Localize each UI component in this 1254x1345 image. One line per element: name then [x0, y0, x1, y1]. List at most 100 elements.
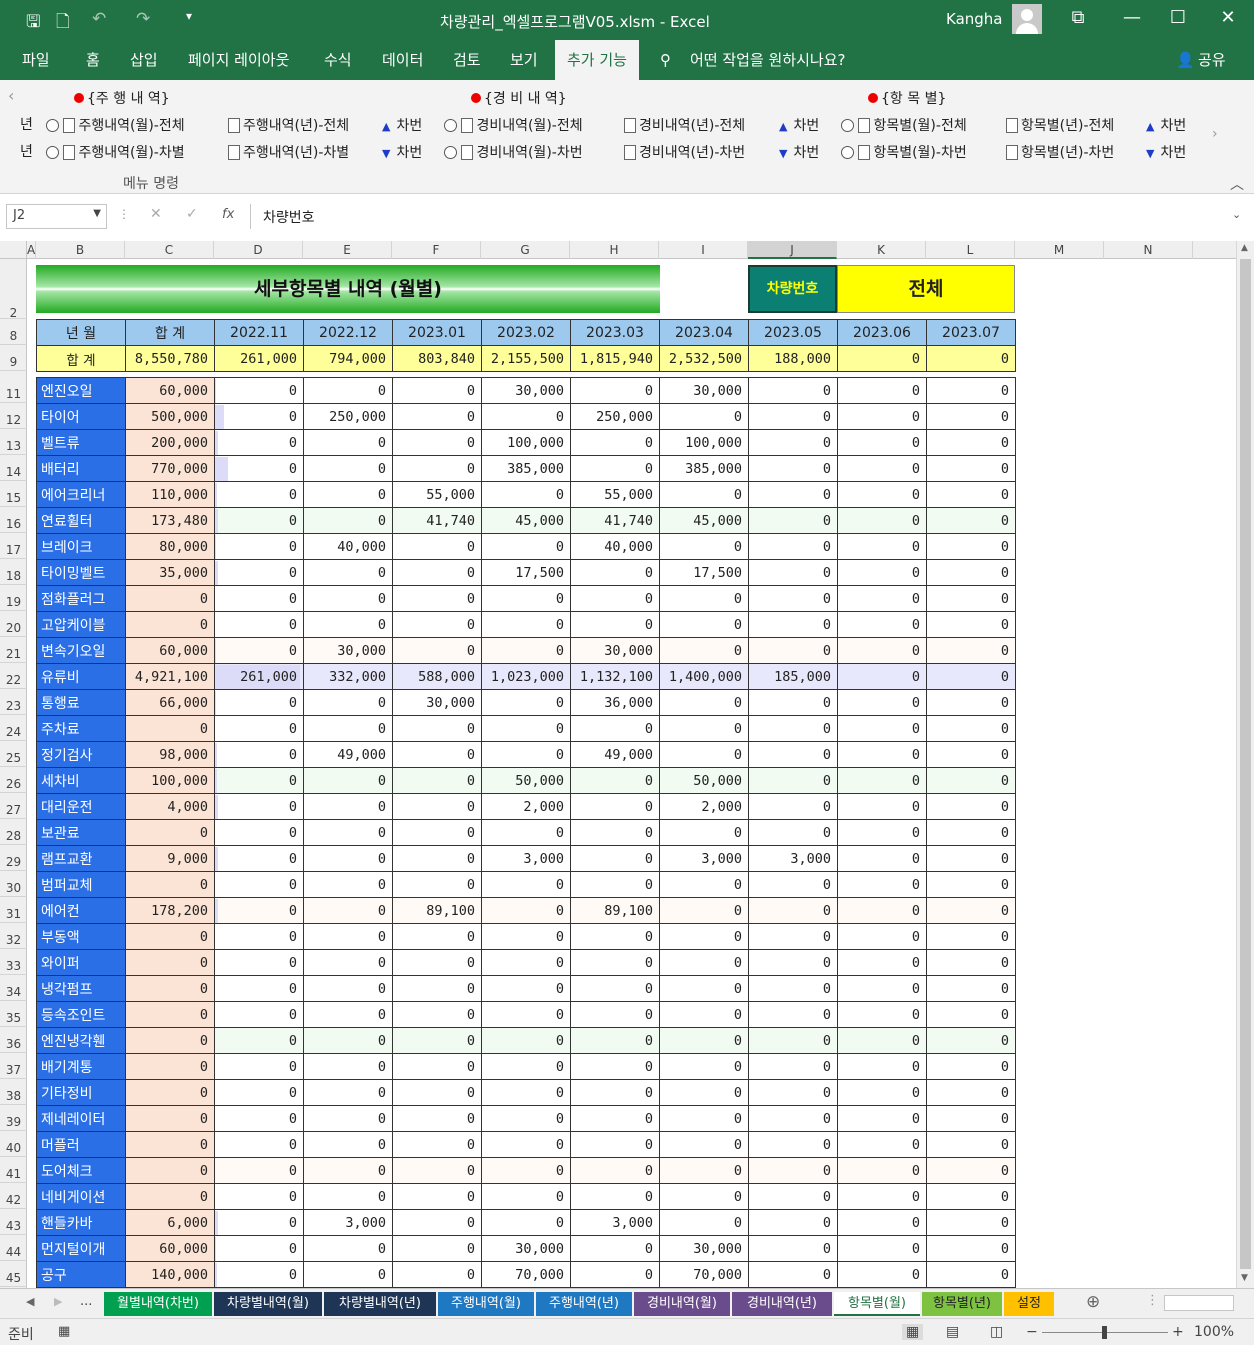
- month-value-cell[interactable]: 50,000: [659, 767, 749, 794]
- item-total-cell[interactable]: 9,000: [125, 845, 215, 872]
- vertical-scrollbar[interactable]: ▲ ▼: [1236, 241, 1254, 1288]
- month-value-cell[interactable]: 250,000: [303, 403, 393, 430]
- month-value-cell[interactable]: 0: [748, 1105, 838, 1132]
- month-value-cell[interactable]: 0: [926, 611, 1016, 638]
- month-value-cell[interactable]: 0: [926, 1001, 1016, 1028]
- month-value-cell[interactable]: 0: [481, 949, 571, 976]
- item-name-cell[interactable]: 벨트류: [36, 429, 126, 456]
- month-value-cell[interactable]: 0: [392, 1105, 482, 1132]
- row-header[interactable]: 23: [0, 689, 27, 715]
- month-value-cell[interactable]: 0: [659, 819, 749, 846]
- sum-cell[interactable]: 8,550,780: [125, 345, 215, 372]
- month-value-cell[interactable]: 0: [659, 585, 749, 612]
- col-header-n[interactable]: N: [1104, 241, 1193, 259]
- sheet-tab-9[interactable]: 설정: [1004, 1292, 1054, 1316]
- radio-icon[interactable]: [46, 146, 59, 159]
- month-value-cell[interactable]: 0: [303, 1157, 393, 1184]
- sheet-tab-1[interactable]: 차량별내역(월): [214, 1292, 322, 1316]
- minimize-button[interactable]: —: [1117, 7, 1147, 28]
- row-header[interactable]: 26: [0, 767, 27, 793]
- row-header[interactable]: 25: [0, 741, 27, 767]
- month-value-cell[interactable]: 0: [214, 637, 304, 664]
- month-value-cell[interactable]: 0: [303, 819, 393, 846]
- month-value-cell[interactable]: 0: [748, 1027, 838, 1054]
- zoom-out-button[interactable]: −: [1026, 1324, 1038, 1340]
- month-value-cell[interactable]: 0: [659, 1001, 749, 1028]
- month-value-cell[interactable]: 0: [837, 533, 927, 560]
- item-total-cell[interactable]: 80,000: [125, 533, 215, 560]
- month-value-cell[interactable]: 0: [481, 1079, 571, 1106]
- month-value-cell[interactable]: 0: [837, 1183, 927, 1210]
- month-value-cell[interactable]: 0: [392, 871, 482, 898]
- item-total-cell[interactable]: 6,000: [125, 1209, 215, 1236]
- month-value-cell[interactable]: 0: [214, 1157, 304, 1184]
- month-value-cell[interactable]: 0: [481, 1105, 571, 1132]
- month-value-cell[interactable]: 0: [214, 455, 304, 482]
- row-header[interactable]: 29: [0, 845, 27, 871]
- collapse-ribbon-icon[interactable]: ︿: [1230, 174, 1244, 194]
- month-value-cell[interactable]: 0: [926, 1209, 1016, 1236]
- month-value-cell[interactable]: 1,400,000: [659, 663, 749, 690]
- month-value-cell[interactable]: 0: [659, 1105, 749, 1132]
- month-value-cell[interactable]: 0: [659, 1131, 749, 1158]
- month-value-cell[interactable]: 0: [392, 1053, 482, 1080]
- month-value-cell[interactable]: 0: [748, 741, 838, 768]
- month-value-cell[interactable]: 0: [926, 1105, 1016, 1132]
- month-value-cell[interactable]: 0: [303, 455, 393, 482]
- month-value-cell[interactable]: 0: [303, 871, 393, 898]
- month-value-cell[interactable]: 0: [748, 611, 838, 638]
- month-value-cell[interactable]: 0: [214, 1209, 304, 1236]
- col-header-f[interactable]: F: [392, 241, 481, 259]
- month-value-cell[interactable]: 0: [837, 1027, 927, 1054]
- month-value-cell[interactable]: 0: [214, 429, 304, 456]
- month-value-cell[interactable]: 0: [570, 1053, 660, 1080]
- month-value-cell[interactable]: 0: [748, 559, 838, 586]
- item-name-cell[interactable]: 공구: [36, 1261, 126, 1288]
- month-value-cell[interactable]: 0: [303, 897, 393, 924]
- zoom-level[interactable]: 100%: [1194, 1324, 1234, 1340]
- prev-sheet-icon[interactable]: ◀: [26, 1295, 34, 1308]
- month-value-cell[interactable]: 0: [392, 949, 482, 976]
- month-value-cell[interactable]: 0: [214, 1105, 304, 1132]
- item-total-cell[interactable]: 98,000: [125, 741, 215, 768]
- month-value-cell[interactable]: 0: [748, 429, 838, 456]
- item-name-cell[interactable]: 램프교환: [36, 845, 126, 872]
- month-value-cell[interactable]: 70,000: [481, 1261, 571, 1288]
- row-header[interactable]: 44: [0, 1235, 27, 1261]
- month-value-cell[interactable]: 0: [214, 1261, 304, 1288]
- row-header[interactable]: 24: [0, 715, 27, 741]
- sum-cell[interactable]: 1,815,940: [570, 345, 660, 372]
- month-value-cell[interactable]: 0: [392, 793, 482, 820]
- item-total-cell[interactable]: 173,480: [125, 507, 215, 534]
- month-value-cell[interactable]: 89,100: [392, 897, 482, 924]
- item-name-cell[interactable]: 보관료: [36, 819, 126, 846]
- tell-me-search[interactable]: 어떤 작업을 원하시나요?: [690, 40, 846, 80]
- month-value-cell[interactable]: 0: [481, 689, 571, 716]
- col-header-c[interactable]: C: [125, 241, 214, 259]
- month-value-cell[interactable]: 0: [481, 1001, 571, 1028]
- item-total-cell[interactable]: 35,000: [125, 559, 215, 586]
- month-value-cell[interactable]: 0: [214, 845, 304, 872]
- tab-file[interactable]: 파일: [22, 40, 50, 80]
- month-value-cell[interactable]: 0: [214, 533, 304, 560]
- month-value-cell[interactable]: 0: [837, 975, 927, 1002]
- month-value-cell[interactable]: 0: [214, 403, 304, 430]
- month-value-cell[interactable]: 0: [837, 377, 927, 404]
- month-value-cell[interactable]: 30,000: [659, 1235, 749, 1262]
- cancel-icon[interactable]: ✕: [150, 206, 162, 222]
- month-value-cell[interactable]: 0: [214, 1235, 304, 1262]
- month-value-cell[interactable]: 45,000: [481, 507, 571, 534]
- month-value-cell[interactable]: 45,000: [659, 507, 749, 534]
- month-value-cell[interactable]: 0: [926, 585, 1016, 612]
- tab-review[interactable]: 검토: [453, 40, 481, 80]
- month-value-cell[interactable]: 0: [481, 403, 571, 430]
- month-value-cell[interactable]: 3,000: [303, 1209, 393, 1236]
- scroll-up-icon[interactable]: ▲: [1241, 243, 1248, 253]
- month-value-cell[interactable]: 0: [748, 897, 838, 924]
- month-header-cell[interactable]: 합 계: [125, 319, 215, 346]
- month-value-cell[interactable]: 0: [748, 1157, 838, 1184]
- item-total-cell[interactable]: 200,000: [125, 429, 215, 456]
- item-name-cell[interactable]: 세차비: [36, 767, 126, 794]
- month-value-cell[interactable]: 3,000: [748, 845, 838, 872]
- month-value-cell[interactable]: 0: [392, 429, 482, 456]
